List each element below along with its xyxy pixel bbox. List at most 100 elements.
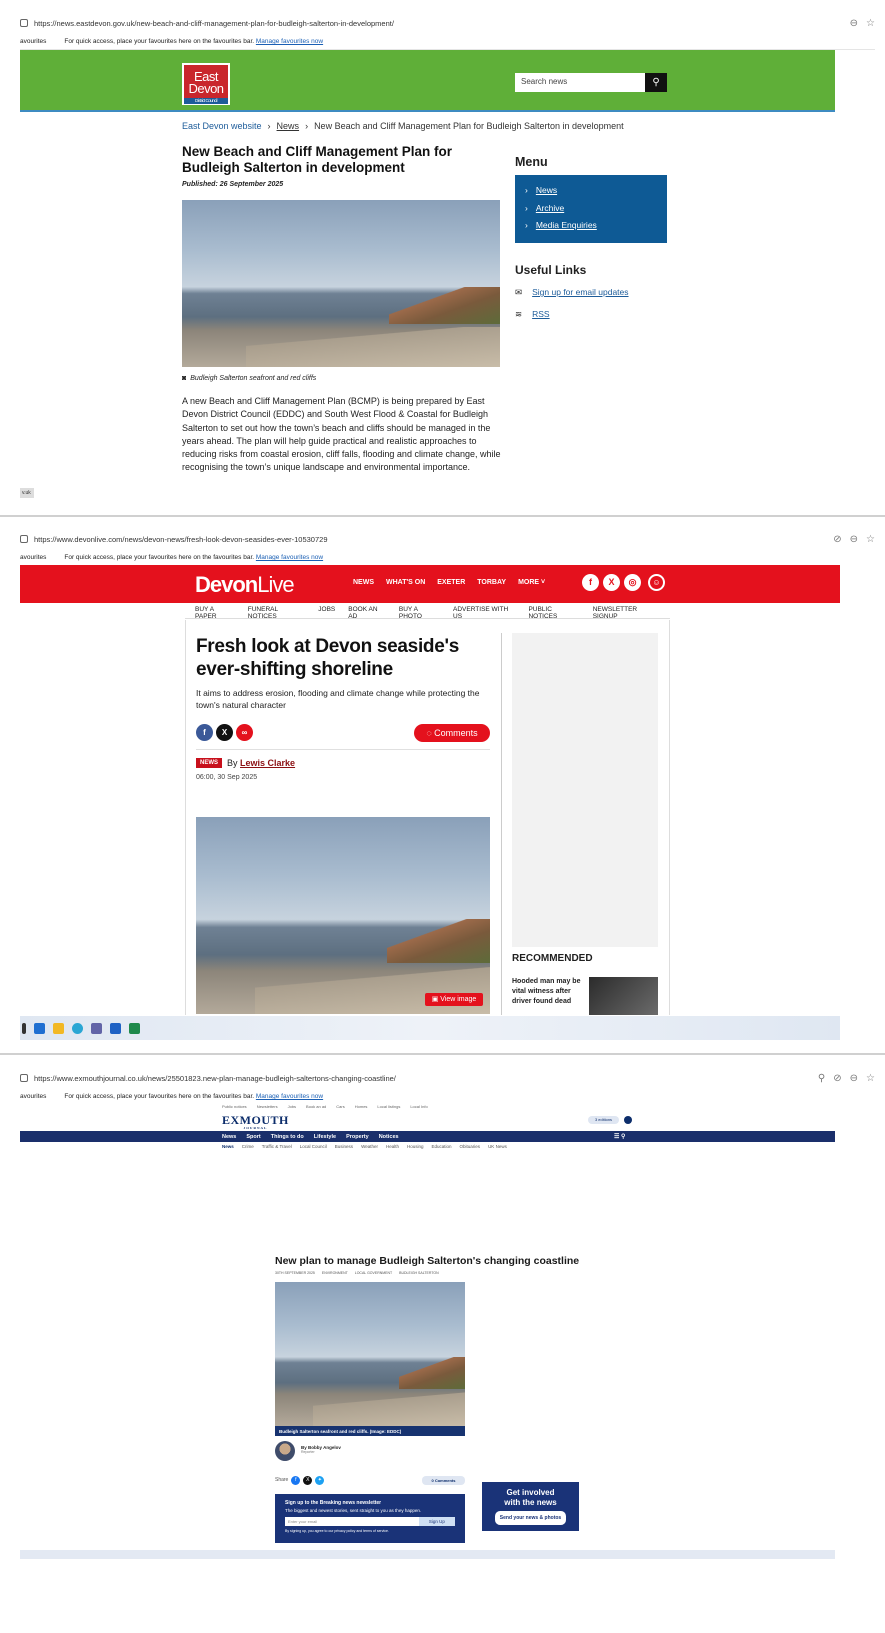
edge-icon[interactable] <box>72 1022 83 1034</box>
nav-sport[interactable]: Sport <box>246 1134 260 1140</box>
subnav-advertise[interactable]: ADVERTISE WITH US <box>453 606 515 620</box>
account-icon[interactable]: ☺ <box>648 574 665 591</box>
facebook-share-icon[interactable]: f <box>291 1476 301 1485</box>
menu-item-archive[interactable]: › Archive <box>525 200 657 218</box>
search-button[interactable]: ⚲ <box>645 73 667 92</box>
rss-link[interactable]: ≋ RSS <box>515 309 550 320</box>
excel-icon[interactable] <box>129 1022 140 1034</box>
editions-button[interactable]: 3 editions <box>588 1116 619 1124</box>
subnav-item[interactable]: News <box>222 1144 234 1149</box>
top-link[interactable]: Jobs <box>288 1104 296 1109</box>
subnav-item[interactable]: Local Council <box>300 1144 327 1149</box>
link-share-icon[interactable]: ∞ <box>236 724 253 741</box>
nav-property[interactable]: Property <box>346 1134 369 1140</box>
top-link[interactable]: Cars <box>336 1104 344 1109</box>
nav-more[interactable]: MORE ˅ <box>518 579 545 586</box>
top-link[interactable]: Newsletters <box>257 1104 278 1109</box>
search-input[interactable]: Search news <box>515 73 645 92</box>
star-icon[interactable]: ☆ <box>866 1073 875 1084</box>
address-bar[interactable]: https://www.exmouthjournal.co.uk/news/25… <box>20 1067 875 1089</box>
top-link[interactable]: Book an ad <box>306 1104 326 1109</box>
nav-things-to-do[interactable]: Things to do <box>271 1134 304 1140</box>
manage-favourites-link[interactable]: Manage favourites now <box>256 38 323 45</box>
subnav-funeral-notices[interactable]: FUNERAL NOTICES <box>248 606 306 620</box>
breadcrumb-news[interactable]: News <box>277 121 300 131</box>
address-bar[interactable]: https://www.devonlive.com/news/devon-new… <box>20 528 875 550</box>
x-share-icon[interactable]: X <box>303 1476 313 1485</box>
nav-lifestyle[interactable]: Lifestyle <box>314 1134 336 1140</box>
meta-tag[interactable]: ENVIRONMENT <box>322 1271 348 1275</box>
subnav-newsletter[interactable]: NEWSLETTER SIGNUP <box>593 606 660 620</box>
zoom-icon[interactable]: ⊖ <box>850 18 858 29</box>
nav-exeter[interactable]: EXETER <box>437 579 465 586</box>
meta-tag[interactable]: BUDLEIGH SALTERTON <box>399 1271 438 1275</box>
nav-torbay[interactable]: TORBAY <box>477 579 506 586</box>
recommended-item-title[interactable]: Hooded man may be vital witness after dr… <box>512 977 584 1007</box>
top-link[interactable]: Homes <box>355 1104 368 1109</box>
star-icon[interactable]: ☆ <box>866 18 875 29</box>
url-text[interactable]: https://news.eastdevon.gov.uk/new-beach-… <box>34 19 394 28</box>
subnav-item[interactable]: Health <box>386 1144 399 1149</box>
zoom-icon[interactable]: ⊖ <box>850 1073 858 1084</box>
subnav-buy-photo[interactable]: BUY A PHOTO <box>399 606 440 620</box>
subnav-buy-paper[interactable]: BUY A PAPER <box>195 606 235 620</box>
url-text[interactable]: https://www.devonlive.com/news/devon-new… <box>34 535 328 544</box>
x-icon[interactable]: X <box>603 574 620 591</box>
subnav-item[interactable]: Traffic & Travel <box>262 1144 292 1149</box>
subnav-item[interactable]: UK News <box>488 1144 507 1149</box>
sign-up-button[interactable]: Sign Up <box>418 1517 455 1526</box>
search-icon[interactable]: ⚲ <box>818 1073 825 1084</box>
top-link[interactable]: Public notices <box>222 1104 247 1109</box>
instagram-icon[interactable]: ◎ <box>624 574 641 591</box>
menu-search-icons[interactable]: ☰ ⚲ <box>614 1133 634 1140</box>
subnav-book-ad[interactable]: BOOK AN AD <box>348 606 386 620</box>
comments-button[interactable]: ◌ Comments <box>414 724 490 742</box>
author-link[interactable]: Lewis Clarke <box>240 758 295 768</box>
x-share-icon[interactable]: X <box>216 724 233 741</box>
mail-icon[interactable] <box>110 1022 121 1034</box>
subnav-jobs[interactable]: JOBS <box>318 606 335 616</box>
account-icon[interactable] <box>624 1116 632 1124</box>
address-bar[interactable]: https://news.eastdevon.gov.uk/new-beach-… <box>20 12 875 34</box>
subnav-item[interactable]: Housing <box>407 1144 424 1149</box>
email-field[interactable]: Enter your email <box>285 1517 419 1526</box>
subnav-item[interactable]: Obituaries <box>460 1144 481 1149</box>
nav-news[interactable]: NEWS <box>353 579 374 586</box>
devonlive-logo[interactable]: DevonLive <box>195 572 295 598</box>
email-updates-link[interactable]: ✉ Sign up for email updates <box>515 287 629 298</box>
meta-tag[interactable]: LOCAL GOVERNMENT <box>355 1271 392 1275</box>
news-tag[interactable]: NEWS <box>196 758 222 768</box>
teams-icon[interactable] <box>91 1022 102 1034</box>
exmouth-journal-logo[interactable]: EXMOUTH JOURNAL <box>222 1113 289 1130</box>
subnav-item[interactable]: Crime <box>242 1144 254 1149</box>
subnav-item[interactable]: Business <box>335 1144 353 1149</box>
subnav-item[interactable]: Weather <box>361 1144 378 1149</box>
subnav-public-notices[interactable]: PUBLIC NOTICES <box>528 606 579 620</box>
eye-off-icon[interactable]: ⊘ <box>833 534 841 545</box>
top-link[interactable]: Local listings <box>377 1104 400 1109</box>
comments-button[interactable]: 0 Comments <box>422 1476 465 1485</box>
subnav-item[interactable]: Education <box>432 1144 452 1149</box>
eye-off-icon[interactable]: ⊘ <box>833 1073 841 1084</box>
byline[interactable]: By Bobby Angelov Reporter <box>301 1445 341 1454</box>
bluesky-share-icon[interactable]: ✦ <box>315 1476 325 1485</box>
breadcrumb-home[interactable]: East Devon website <box>182 121 262 131</box>
zoom-icon[interactable]: ⊖ <box>850 534 858 545</box>
view-image-button[interactable]: ▣ View image <box>425 993 483 1006</box>
nav-whats-on[interactable]: WHAT'S ON <box>386 579 425 586</box>
east-devon-logo[interactable]: East Devon District Council <box>182 63 230 105</box>
manage-favourites-link[interactable]: Manage favourites now <box>256 1093 323 1100</box>
menu-item-media-enquiries[interactable]: › Media Enquiries <box>525 217 657 235</box>
menu-item-news[interactable]: › News <box>525 182 657 200</box>
nav-notices[interactable]: Notices <box>379 1134 399 1140</box>
url-text[interactable]: https://www.exmouthjournal.co.uk/news/25… <box>34 1074 396 1083</box>
top-link[interactable]: Local Info <box>410 1104 427 1109</box>
folder-icon[interactable] <box>53 1022 64 1034</box>
facebook-share-icon[interactable]: f <box>196 724 213 741</box>
outlook-icon[interactable] <box>34 1022 45 1034</box>
nav-news[interactable]: News <box>222 1134 236 1140</box>
article-image[interactable] <box>196 817 490 1014</box>
start-icon[interactable] <box>22 1022 26 1034</box>
send-news-button[interactable]: Send your news & photos <box>494 1511 567 1525</box>
star-icon[interactable]: ☆ <box>866 534 875 545</box>
